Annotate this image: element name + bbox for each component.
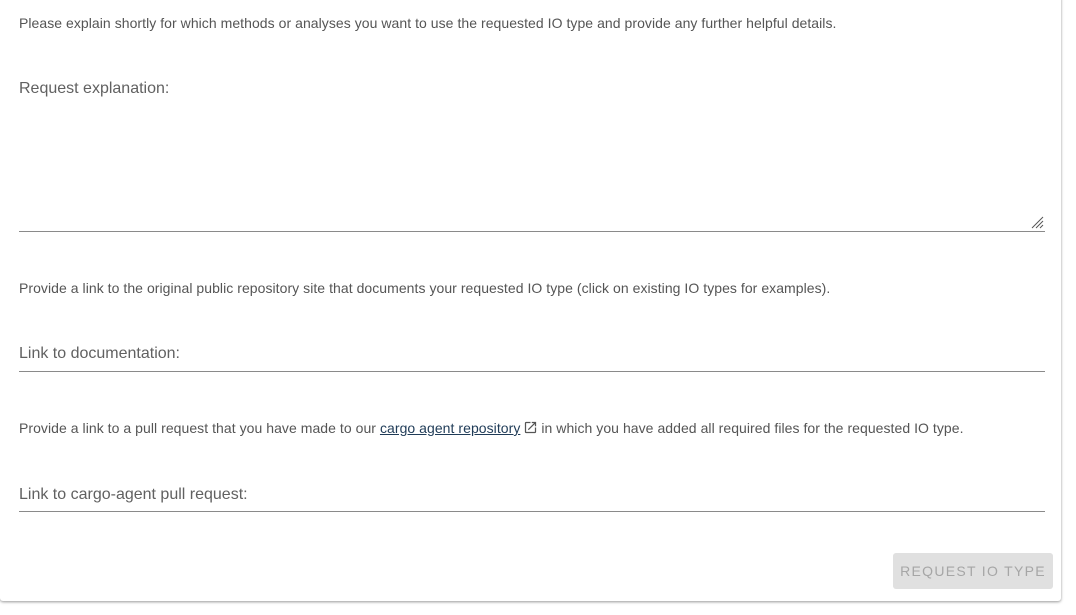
pull-request-hint-before: Provide a link to a pull request that yo…: [19, 420, 377, 436]
explanation-hint: Please explain shortly for which methods…: [19, 15, 837, 31]
resize-grip-icon[interactable]: [1031, 216, 1044, 229]
request-explanation-label: Request explanation:: [19, 80, 170, 97]
request-explanation-field[interactable]: Request explanation:: [19, 80, 1045, 232]
documentation-link-field[interactable]: Link to documentation:: [19, 345, 1045, 372]
request-explanation-textarea[interactable]: [19, 106, 1045, 224]
pull-request-link-input[interactable]: [19, 486, 1045, 509]
open-in-new-icon[interactable]: [523, 420, 538, 435]
documentation-link-input[interactable]: [19, 345, 1045, 369]
cargo-agent-repository-link[interactable]: cargo agent repository: [380, 420, 520, 436]
documentation-hint: Provide a link to the original public re…: [19, 280, 831, 296]
pull-request-hint: Provide a link to a pull request that yo…: [19, 420, 964, 436]
pull-request-hint-after: in which you have added all required fil…: [541, 420, 964, 436]
request-io-type-form-card: Please explain shortly for which methods…: [0, 0, 1061, 601]
pull-request-link-field[interactable]: Link to cargo-agent pull request:: [19, 486, 1045, 512]
request-io-type-button[interactable]: Request IO Type: [893, 553, 1053, 589]
